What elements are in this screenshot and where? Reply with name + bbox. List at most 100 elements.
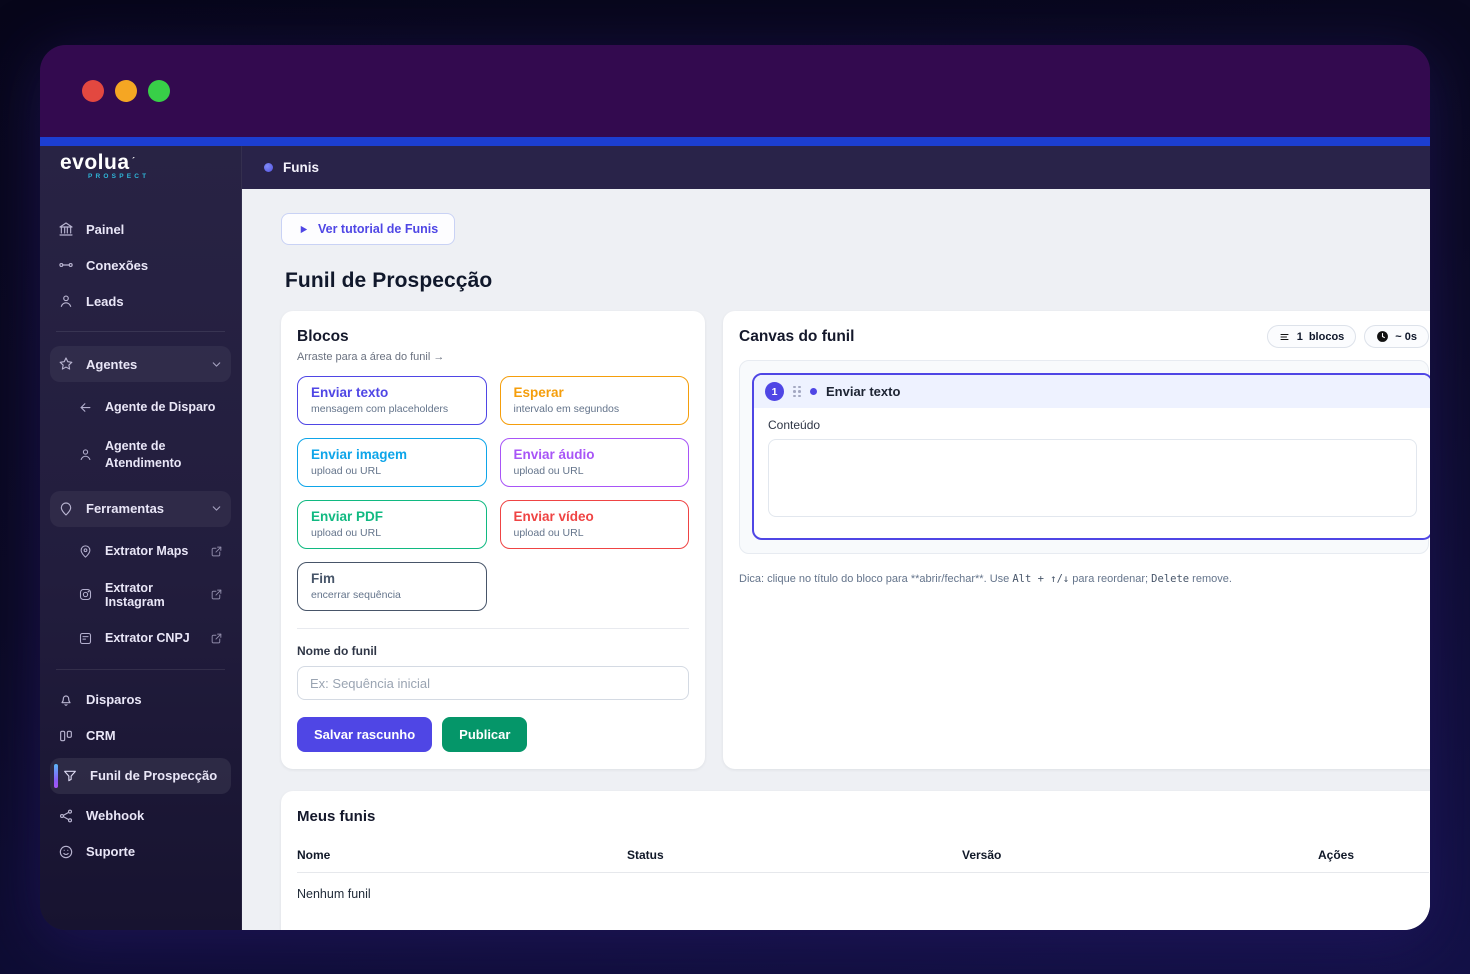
sidebar-item-extrator-maps[interactable]: Extrator Maps (50, 534, 231, 569)
publish-button[interactable]: Publicar (442, 717, 528, 752)
arrow-left-icon (78, 400, 93, 415)
content-textarea[interactable] (768, 439, 1417, 517)
sidebar-divider (56, 668, 225, 670)
sidebar-divider (56, 331, 225, 332)
canvas-block-header[interactable]: 1 Enviar texto (754, 375, 1430, 408)
topbar: Funis (242, 146, 1430, 189)
sidebar-item-label: Suporte (86, 844, 136, 860)
sidebar-item-label: Painel (86, 221, 125, 237)
funnels-table: Nome Status Versão Ações Nenhum funil (297, 839, 1429, 901)
sidebar-item-label: Leads (86, 293, 124, 309)
block-title: Fim (311, 571, 336, 586)
sidebar-group-label: Agentes (86, 356, 138, 372)
sidebar-item-agente-de-disparo[interactable]: Agente de Disparo (50, 389, 231, 426)
brand-name: evolua ´ (60, 151, 136, 174)
sidebar-item-label: Agente de Atendimento (105, 438, 182, 470)
close-window-button[interactable] (82, 80, 104, 102)
sidebar-item-crm[interactable]: CRM (50, 718, 231, 754)
column-header-acoes: Ações (1318, 839, 1429, 873)
block-subtitle: upload ou URL (311, 527, 382, 539)
blocks-card-subtitle: Arraste para a área do funil → (297, 351, 445, 363)
canvas-block-enviar-texto: 1 Enviar texto Conteúdo (752, 373, 1430, 540)
sidebar-item-extrator-instagram[interactable]: Extrator Instagram (50, 571, 231, 619)
map-pin-icon (78, 544, 93, 559)
blocks-count: 1 (1296, 330, 1303, 343)
duration-label: ~ 0s (1395, 330, 1417, 343)
block-enviar-audio[interactable]: Enviar áudio upload ou URL (499, 438, 689, 487)
kanban-icon (58, 728, 74, 744)
sidebar-group-ferramentas[interactable]: Ferramentas (50, 490, 231, 527)
column-header-status: Status (627, 839, 962, 873)
table-row: Nenhum funil (297, 873, 1429, 901)
block-subtitle: mensagem com placeholders (311, 403, 449, 415)
user-icon (58, 293, 74, 309)
star-icon (58, 356, 74, 372)
funnel-icon (62, 768, 78, 784)
block-title: Enviar áudio (513, 447, 595, 462)
sidebar-item-funil-de-prospeccao[interactable]: Funil de Prospecção (50, 757, 231, 794)
drag-handle-icon[interactable] (793, 385, 801, 398)
canvas-block-title: Enviar texto (826, 384, 901, 399)
block-title: Enviar imagem (311, 447, 408, 462)
canvas-tip: Dica: clique no título do bloco para **a… (739, 573, 1232, 585)
topbar-title: Funis (283, 160, 319, 175)
my-funnels-title: Meus funis (297, 808, 376, 825)
share-icon (58, 808, 74, 824)
block-title: Esperar (513, 385, 564, 400)
block-enviar-imagem[interactable]: Enviar imagem upload ou URL (297, 438, 487, 487)
sidebar-group-label: Ferramentas (86, 501, 165, 517)
block-subtitle: encerrar sequência (311, 589, 401, 601)
tutorial-button[interactable]: Ver tutorial de Funis (281, 213, 456, 245)
sidebar-item-label: Extrator CNPJ (105, 631, 190, 646)
sidebar: evolua ´ PROSPECT Painel Conexões Leads … (40, 146, 242, 930)
minimize-window-button[interactable] (115, 80, 137, 102)
block-esperar[interactable]: Esperar intervalo em segundos (499, 376, 689, 425)
block-enviar-pdf[interactable]: Enviar PDF upload ou URL (297, 500, 487, 549)
block-enviar-video[interactable]: Enviar vídeo upload ou URL (499, 500, 689, 549)
block-fim[interactable]: Fim encerrar sequência (297, 562, 487, 611)
my-funnels-card: Meus funis Nome Status Versão Ações Nenh… (281, 791, 1430, 930)
bell-icon (58, 692, 74, 708)
link-icon (58, 257, 74, 273)
window-titlebar (40, 45, 1430, 137)
instagram-icon (78, 587, 93, 602)
play-icon (298, 224, 309, 235)
sidebar-item-agente-de-atendimento[interactable]: Agente de Atendimento (50, 428, 231, 482)
block-title: Enviar vídeo (513, 509, 594, 524)
sidebar-item-label: Webhook (86, 808, 145, 824)
external-link-icon (210, 545, 223, 558)
sidebar-item-extrator-cnpj[interactable]: Extrator CNPJ (50, 621, 231, 656)
sidebar-item-label: Disparos (86, 692, 142, 708)
sidebar-item-suporte[interactable]: Suporte (50, 834, 231, 870)
sidebar-item-label: Extrator Maps (105, 544, 189, 559)
sidebar-item-disparos[interactable]: Disparos (50, 682, 231, 718)
column-header-versao: Versão (962, 839, 1318, 873)
zoom-window-button[interactable] (148, 80, 170, 102)
sidebar-item-label: Extrator Instagram (105, 580, 165, 609)
block-title: Enviar texto (311, 385, 389, 400)
sidebar-item-label: CRM (86, 728, 116, 744)
blocks-count-label: blocos (1308, 330, 1345, 343)
blocks-card-title: Blocos (297, 328, 349, 345)
funnel-drop-area[interactable]: 1 Enviar texto Conteúdo (739, 360, 1430, 554)
save-draft-button[interactable]: Salvar rascunho (297, 717, 433, 752)
external-link-icon (210, 632, 223, 645)
sidebar-item-webhook[interactable]: Webhook (50, 798, 231, 834)
sidebar-item-label: Conexões (86, 257, 149, 273)
funnel-name-label: Nome do funil (297, 644, 377, 658)
page-title: Funil de Prospecção (285, 269, 493, 292)
sidebar-item-painel[interactable]: Painel (50, 211, 231, 247)
funnel-name-input[interactable] (297, 666, 689, 700)
sidebar-item-leads[interactable]: Leads (50, 283, 231, 319)
sidebar-item-label: Funil de Prospecção (90, 768, 218, 784)
block-enviar-texto[interactable]: Enviar texto mensagem com placeholders (297, 376, 487, 425)
clock-icon (1376, 330, 1389, 343)
accent-bar (40, 137, 1430, 146)
sidebar-group-agentes[interactable]: Agentes (50, 346, 231, 382)
block-subtitle: intervalo em segundos (513, 403, 620, 415)
sidebar-item-conexoes[interactable]: Conexões (50, 247, 231, 283)
smile-icon (58, 844, 74, 860)
block-number-badge: 1 (765, 382, 784, 401)
block-palette: Enviar texto mensagem com placeholders E… (297, 376, 689, 611)
blocks-count-badge: 1 blocos (1266, 325, 1357, 348)
